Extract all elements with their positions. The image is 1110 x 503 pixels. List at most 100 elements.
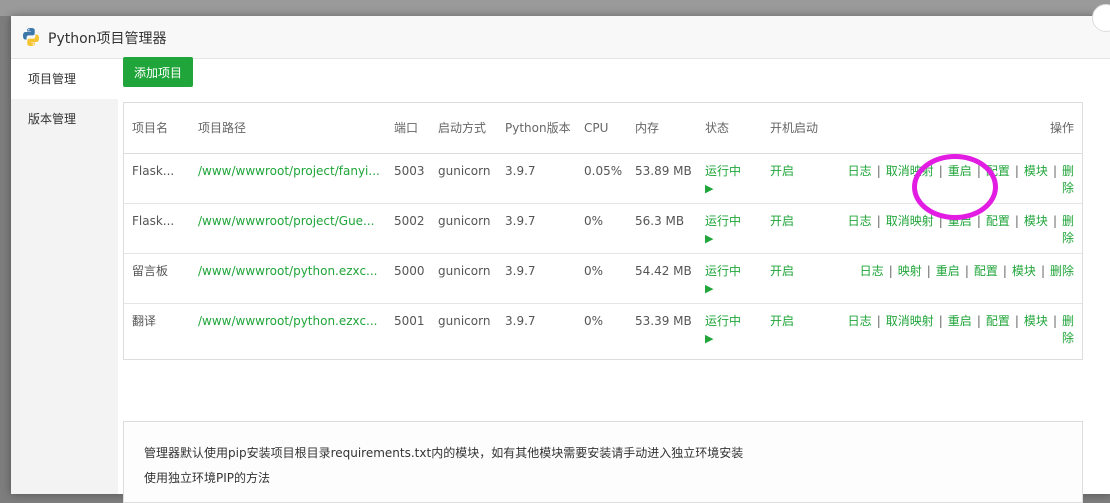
play-icon[interactable]: ▶ (705, 232, 713, 245)
module-link[interactable]: 模块 (1024, 314, 1048, 328)
project-path-link[interactable]: /www/wwwroot/project/Gue... (190, 203, 386, 254)
project-memory: 53.89 MB (627, 153, 697, 204)
module-link[interactable]: 模块 (1024, 214, 1048, 228)
play-icon[interactable]: ▶ (705, 282, 713, 295)
config-link[interactable]: 配置 (986, 314, 1010, 328)
project-name: Flask... (124, 203, 190, 254)
project-status[interactable]: 运行中 ▶ (697, 153, 762, 204)
col-header-boot: 开机启动 (762, 103, 834, 154)
unmap-link[interactable]: 取消映射 (886, 314, 934, 328)
project-boot[interactable]: 开启 (762, 203, 834, 254)
project-path-link[interactable]: /www/wwwroot/python.ezxc... (190, 304, 386, 354)
python-logo-icon (23, 28, 39, 46)
restart-link[interactable]: 重启 (948, 214, 972, 228)
project-boot[interactable]: 开启 (762, 253, 834, 304)
module-link[interactable]: 模块 (1012, 264, 1036, 278)
restart-link[interactable]: 重启 (948, 164, 972, 178)
col-header-path: 项目路径 (190, 103, 386, 154)
delete-link[interactable]: 删除 (1062, 164, 1074, 195)
action-separator: | (1052, 164, 1057, 178)
col-header-status: 状态 (697, 103, 762, 154)
action-separator: | (876, 214, 881, 228)
project-memory: 54.42 MB (627, 253, 697, 304)
status-text: 运行中 (705, 214, 742, 228)
map-link[interactable]: 映射 (898, 264, 922, 278)
table-header-row: 项目名 项目路径 端口 启动方式 Python版本 CPU 内存 状态 开机启动… (124, 103, 1082, 154)
dialog-titlebar: Python项目管理器 (11, 16, 1110, 59)
config-link[interactable]: 配置 (974, 264, 998, 278)
action-separator: | (976, 164, 981, 178)
action-separator: | (1052, 314, 1057, 328)
restart-link[interactable]: 重启 (948, 314, 972, 328)
action-separator: | (1014, 314, 1019, 328)
project-path-link[interactable]: /www/wwwroot/project/fanyi... (190, 153, 386, 204)
play-icon[interactable]: ▶ (705, 332, 713, 345)
play-icon[interactable]: ▶ (705, 182, 713, 195)
page-backdrop (0, 0, 1110, 16)
add-project-button[interactable]: 添加项目 (123, 57, 193, 87)
log-link[interactable]: 日志 (848, 214, 872, 228)
unmap-link[interactable]: 取消映射 (886, 214, 934, 228)
project-port: 5000 (386, 253, 430, 304)
config-link[interactable]: 配置 (986, 164, 1010, 178)
action-separator: | (926, 264, 931, 278)
restart-link[interactable]: 重启 (936, 264, 960, 278)
col-header-mem: 内存 (627, 103, 697, 154)
project-status[interactable]: 运行中 ▶ (697, 203, 762, 254)
project-actions: 日志 | 取消映射 | 重启 | 配置 | 模块 | 删除 (834, 153, 1082, 204)
project-cpu: 0% (576, 203, 627, 254)
delete-link[interactable]: 删除 (1050, 264, 1074, 278)
sidebar-item-projects[interactable]: 项目管理 (11, 59, 118, 99)
project-status[interactable]: 运行中 ▶ (697, 304, 762, 354)
action-separator: | (888, 264, 893, 278)
sidebar: 项目管理 版本管理 (11, 59, 118, 494)
sidebar-item-versions[interactable]: 版本管理 (11, 99, 118, 139)
action-separator: | (1040, 264, 1045, 278)
action-separator: | (1052, 214, 1057, 228)
project-boot[interactable]: 开启 (762, 153, 834, 204)
action-separator: | (938, 164, 943, 178)
col-header-python: Python版本 (497, 103, 576, 154)
col-header-name: 项目名 (124, 103, 190, 154)
notice-line-1: 管理器默认使用pip安装项目根目录requirements.txt内的模块，如有… (144, 446, 744, 460)
log-link[interactable]: 日志 (860, 264, 884, 278)
status-text: 运行中 (705, 164, 742, 178)
project-status[interactable]: 运行中 ▶ (697, 253, 762, 304)
projects-table: 项目名 项目路径 端口 启动方式 Python版本 CPU 内存 状态 开机启动… (123, 102, 1083, 360)
project-cpu: 0% (576, 253, 627, 304)
project-name: 留言板 (124, 253, 190, 304)
col-header-actions: 操作 (834, 103, 1082, 154)
table-row: 翻译 /www/wwwroot/python.ezxc... 5001 guni… (124, 304, 1082, 354)
action-separator: | (976, 314, 981, 328)
table-row: Flask... /www/wwwroot/project/Gue... 500… (124, 203, 1082, 254)
project-actions: 日志 | 取消映射 | 重启 | 配置 | 模块 | 删除 (834, 203, 1082, 254)
project-name: 翻译 (132, 314, 157, 328)
project-actions: 日志 | 映射 | 重启 | 配置 | 模块 | 删除 (834, 253, 1082, 304)
status-text: 运行中 (705, 314, 742, 328)
unmap-link[interactable]: 取消映射 (886, 164, 934, 178)
delete-link[interactable]: 删除 (1062, 214, 1074, 245)
project-python-version: 3.9.7 (497, 203, 576, 254)
project-cpu: 0.05% (576, 153, 627, 204)
action-separator: | (938, 314, 943, 328)
action-separator: | (964, 264, 969, 278)
action-separator: | (1014, 164, 1019, 178)
project-port: 5001 (394, 314, 425, 328)
log-link[interactable]: 日志 (848, 164, 872, 178)
action-separator: | (1014, 214, 1019, 228)
notice-line-2: 使用独立环境PIP的方法 (144, 471, 271, 485)
project-memory: 56.3 MB (627, 203, 697, 254)
project-python-version: 3.9.7 (497, 153, 576, 204)
log-link[interactable]: 日志 (848, 314, 872, 328)
project-memory: 53.39 MB (635, 314, 692, 328)
config-link[interactable]: 配置 (986, 214, 1010, 228)
col-header-port: 端口 (386, 103, 430, 154)
project-boot[interactable]: 开启 (762, 304, 834, 354)
delete-link[interactable]: 删除 (1062, 314, 1074, 345)
action-separator: | (1002, 264, 1007, 278)
module-link[interactable]: 模块 (1024, 164, 1048, 178)
notice-box: 管理器默认使用pip安装项目根目录requirements.txt内的模块，如有… (123, 421, 1083, 503)
project-python-version: 3.9.7 (505, 314, 536, 328)
project-path-link[interactable]: /www/wwwroot/python.ezxc... (190, 253, 386, 304)
project-actions: 日志 | 取消映射 | 重启 | 配置 | 模块 | 删除 (834, 304, 1082, 354)
